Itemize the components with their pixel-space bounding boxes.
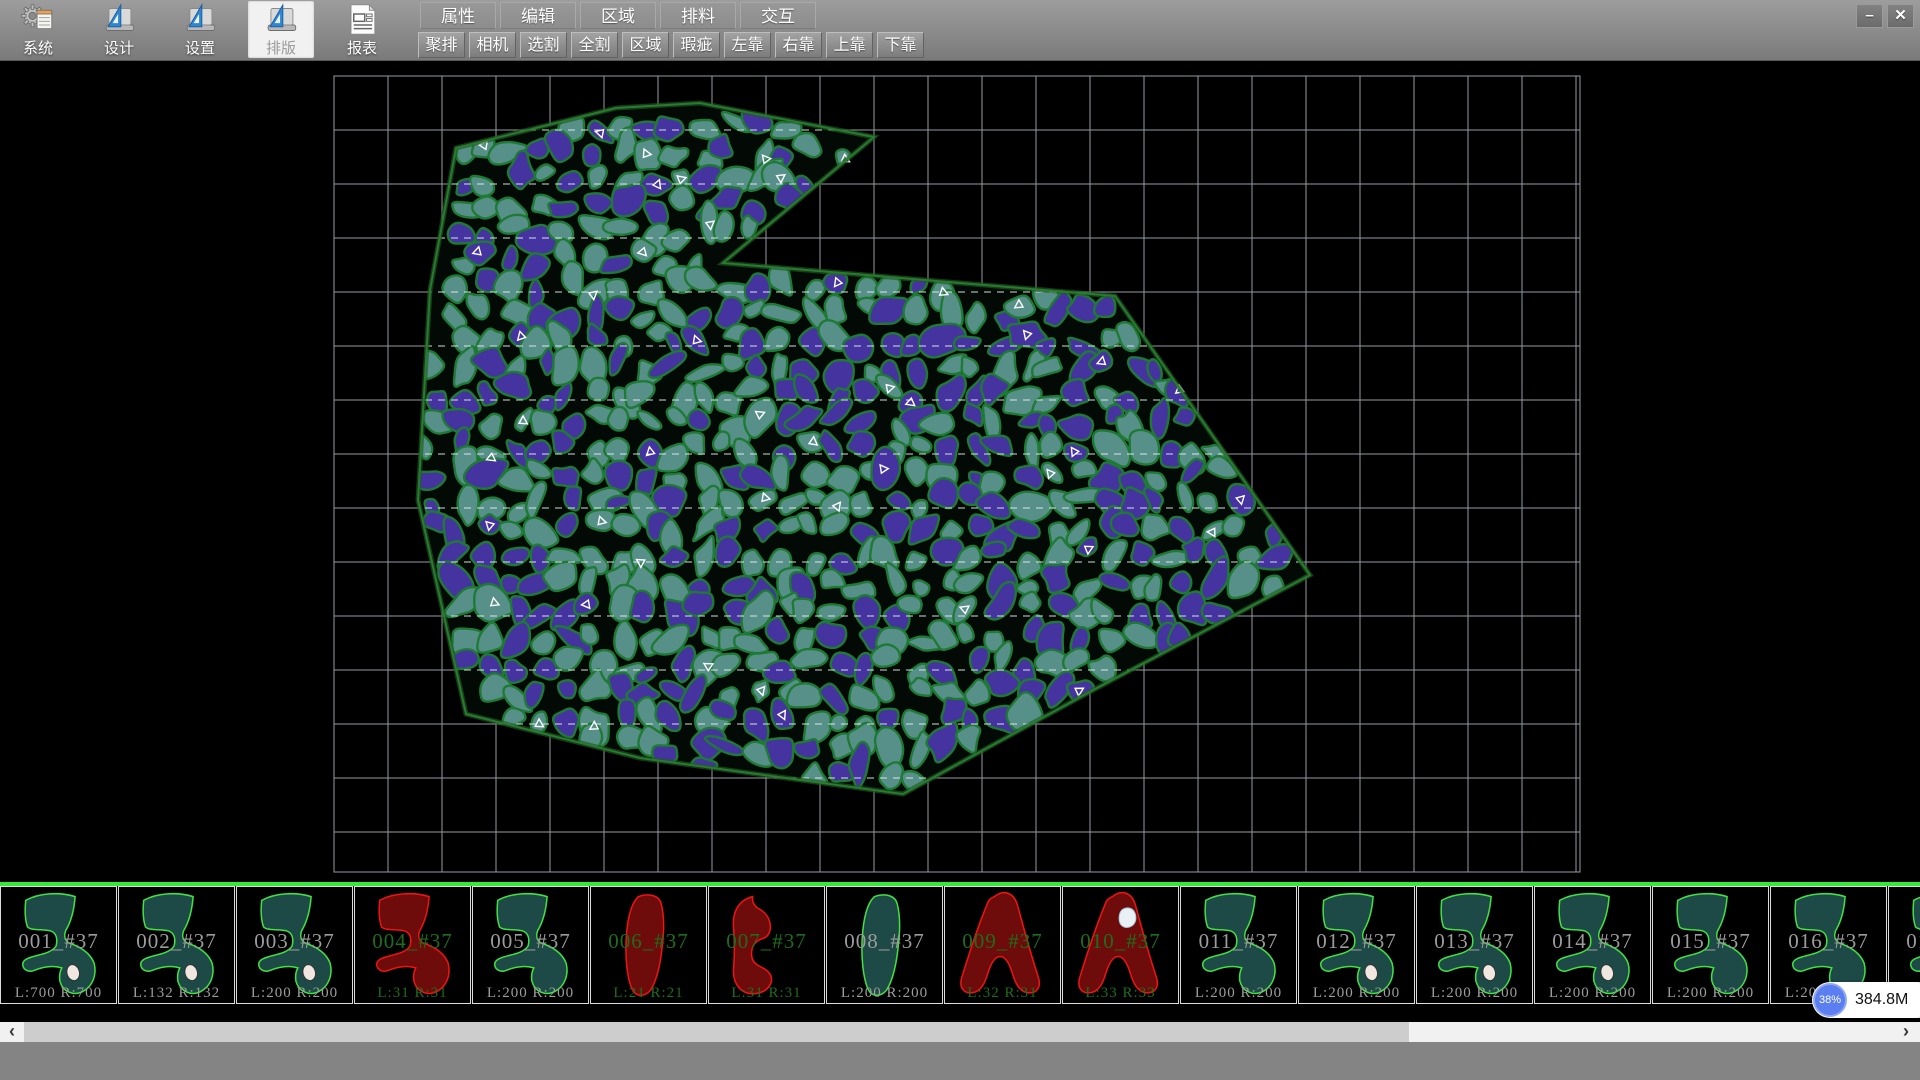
scroll-right-arrow[interactable]: ›	[1894, 1022, 1918, 1042]
part-lr-label: L:200 R:200	[1299, 985, 1414, 1002]
menu-tab[interactable]: 排料	[660, 2, 736, 29]
menu-tab[interactable]: 属性	[420, 2, 496, 29]
main-button-group: 系统 设计 设置 排版 报表	[5, 1, 410, 58]
part-id-label: 010_#37	[1063, 929, 1178, 954]
minimize-button[interactable]: –	[1856, 4, 1883, 28]
system-button[interactable]: 系统	[5, 1, 71, 58]
part-lr-label: L:31 R:31	[709, 985, 824, 1002]
part-lr-label: L:700 R:700	[1, 985, 116, 1002]
toolbar-action-button[interactable]: 上靠	[826, 32, 873, 58]
status-bar	[0, 1042, 1920, 1080]
action-button-row: 聚排相机选割全割区域瑕疵左靠右靠上靠下靠	[418, 32, 924, 58]
report-button-label: 报表	[347, 37, 377, 58]
thumbnail-cell[interactable]: 002_#37 L:132 R:132	[118, 886, 235, 1004]
menu-tab[interactable]: 编辑	[500, 2, 576, 29]
thumbnail-cell[interactable]: 012_#37 L:200 R:200	[1298, 886, 1415, 1004]
part-lr-label: L:200 R:200	[1653, 985, 1768, 1002]
toolbar-action-button[interactable]: 全割	[571, 32, 618, 58]
design-button[interactable]: 设计	[86, 1, 152, 58]
part-lr-label: L:31 R:31	[355, 985, 470, 1002]
part-id-label: 012_#37	[1299, 929, 1414, 954]
system-button-label: 系统	[23, 37, 53, 58]
thumbnail-cell[interactable]: 015_#37 L:200 R:200	[1652, 886, 1769, 1004]
design-icon	[97, 3, 141, 36]
parts-thumbnail-strip: 001_#37 L:700 R:700 002_#37 L:132 R:132 …	[0, 886, 1920, 1006]
report-icon	[342, 3, 382, 36]
setup-button[interactable]: 设置	[167, 1, 233, 58]
memory-badge: 38% 384.8M	[1812, 982, 1920, 1018]
thumbnail-cell[interactable]: 008_#37 L:200 R:200	[826, 886, 943, 1004]
design-button-label: 设计	[104, 37, 134, 58]
part-lr-label: L:200 R:200	[237, 985, 352, 1002]
part-lr-label: L:33 R:33	[1063, 985, 1178, 1002]
part-lr-label: L:200 R:200	[1535, 985, 1650, 1002]
nesting-button-label: 排版	[266, 37, 296, 58]
part-id-label: 009_#37	[945, 929, 1060, 954]
part-id-label: 007_#37	[709, 929, 824, 954]
nesting-canvas[interactable]	[0, 60, 1920, 882]
scroll-left-arrow[interactable]: ‹	[0, 1022, 24, 1042]
menu-tab-row: 属性编辑区域排料交互	[420, 2, 924, 29]
part-id-label: 016_#37	[1771, 929, 1886, 954]
thumbnail-cell[interactable]: 013_#37 L:200 R:200	[1416, 886, 1533, 1004]
part-id-label: 004_#37	[355, 929, 470, 954]
part-lr-label: L:132 R:132	[119, 985, 234, 1002]
thumbnail-cell[interactable]: 005_#37 L:200 R:200	[472, 886, 589, 1004]
system-icon	[16, 3, 60, 36]
thumbnail-cell[interactable]: 007_#37 L:31 R:31	[708, 886, 825, 1004]
toolbar: 系统 设计 设置 排版 报表 属性编辑区域排料交互 聚排相机选割全割区域瑕疵左靠…	[0, 0, 1920, 61]
scrollbar-thumb[interactable]	[24, 1022, 1409, 1042]
memory-size-label: 384.8M	[1855, 991, 1908, 1009]
part-id-label: 017_#37	[1889, 929, 1920, 954]
part-id-label: 005_#37	[473, 929, 588, 954]
part-id-label: 002_#37	[119, 929, 234, 954]
toolbar-action-button[interactable]: 瑕疵	[673, 32, 720, 58]
toolbar-action-button[interactable]: 聚排	[418, 32, 465, 58]
thumbnail-cell[interactable]: 003_#37 L:200 R:200	[236, 886, 353, 1004]
thumbnail-cell[interactable]: 014_#37 L:200 R:200	[1534, 886, 1651, 1004]
toolbar-action-button[interactable]: 相机	[469, 32, 516, 58]
menu-tab[interactable]: 区域	[580, 2, 656, 29]
nesting-icon	[259, 3, 303, 36]
thumbnail-cell[interactable]: 011_#37 L:200 R:200	[1180, 886, 1297, 1004]
part-id-label: 011_#37	[1181, 929, 1296, 954]
toolbar-action-button[interactable]: 下靠	[877, 32, 924, 58]
part-id-label: 001_#37	[1, 929, 116, 954]
part-lr-label: L:32 R:31	[945, 985, 1060, 1002]
thumbnail-cell[interactable]: 004_#37 L:31 R:31	[354, 886, 471, 1004]
part-id-label: 015_#37	[1653, 929, 1768, 954]
part-id-label: 014_#37	[1535, 929, 1650, 954]
part-id-label: 003_#37	[237, 929, 352, 954]
part-id-label: 013_#37	[1417, 929, 1532, 954]
setup-icon	[178, 3, 222, 36]
toolbar-action-button[interactable]: 右靠	[775, 32, 822, 58]
toolbar-action-button[interactable]: 选割	[520, 32, 567, 58]
close-button[interactable]: ✕	[1887, 4, 1914, 28]
nesting-button[interactable]: 排版	[248, 1, 314, 58]
horizontal-scrollbar[interactable]: ‹ ›	[0, 1022, 1920, 1042]
part-id-label: 008_#37	[827, 929, 942, 954]
part-lr-label: L:200 R:200	[1417, 985, 1532, 1002]
thumbnail-cell[interactable]: 009_#37 L:32 R:31	[944, 886, 1061, 1004]
thumbnail-cell[interactable]: 010_#37 L:33 R:33	[1062, 886, 1179, 1004]
menu-area: 属性编辑区域排料交互 聚排相机选割全割区域瑕疵左靠右靠上靠下靠	[404, 0, 924, 58]
toolbar-action-button[interactable]: 区域	[622, 32, 669, 58]
part-id-label: 006_#37	[591, 929, 706, 954]
window-controls: – ✕	[1856, 4, 1914, 28]
toolbar-action-button[interactable]: 左靠	[724, 32, 771, 58]
memory-percent-label: 38%	[1819, 994, 1841, 1006]
part-lr-label: L:200 R:200	[473, 985, 588, 1002]
thumbnail-cell[interactable]: 006_#37 L:21 R:21	[590, 886, 707, 1004]
part-lr-label: L:200 R:200	[827, 985, 942, 1002]
setup-button-label: 设置	[185, 37, 215, 58]
part-lr-label: L:200 R:200	[1181, 985, 1296, 1002]
thumbnail-cell[interactable]: 001_#37 L:700 R:700	[0, 886, 117, 1004]
menu-tab[interactable]: 交互	[740, 2, 816, 29]
memory-percent-badge: 38%	[1813, 983, 1847, 1017]
part-lr-label: L:21 R:21	[591, 985, 706, 1002]
report-button[interactable]: 报表	[329, 1, 395, 58]
